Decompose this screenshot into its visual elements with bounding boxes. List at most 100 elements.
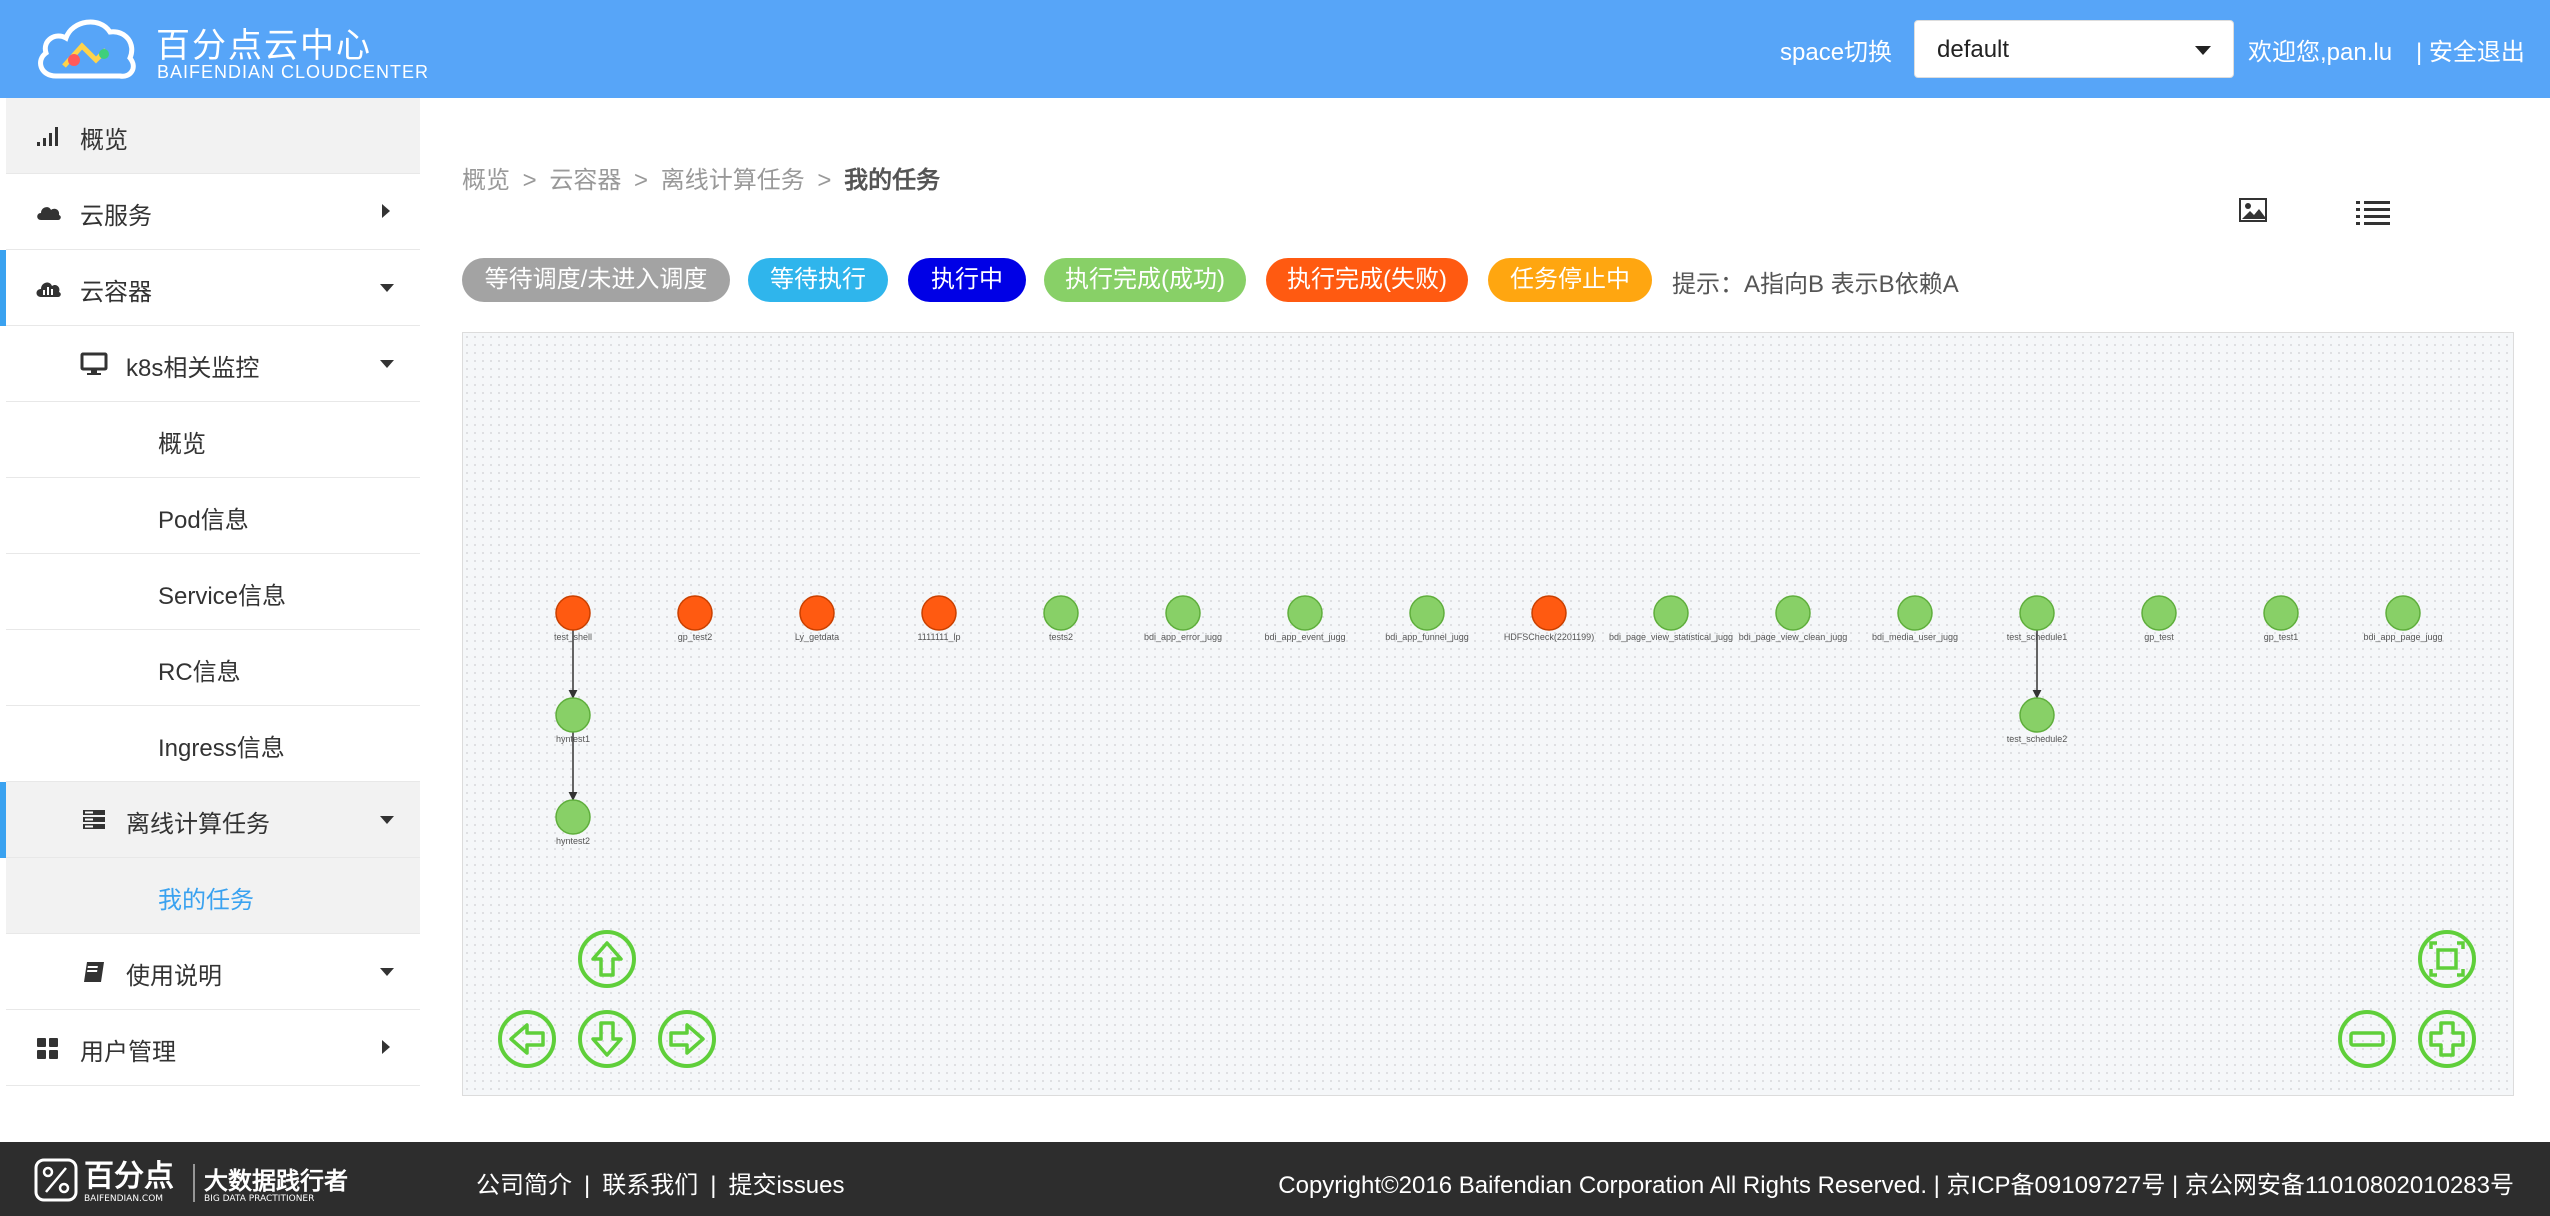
graph-node-circle[interactable] xyxy=(1287,595,1323,631)
graph-node[interactable]: test_shell xyxy=(554,595,592,642)
graph-node-circle[interactable] xyxy=(1165,595,1201,631)
graph-node[interactable]: gp_test xyxy=(2141,595,2177,642)
graph-node[interactable]: bdi_app_funnel_jugg xyxy=(1385,595,1469,642)
image-view-icon[interactable] xyxy=(2238,196,2268,224)
pan-left-button[interactable] xyxy=(497,1009,557,1069)
graph-node[interactable]: test_schedule2 xyxy=(2007,697,2068,744)
graph-node-circle[interactable] xyxy=(555,799,591,835)
graph-node-circle[interactable] xyxy=(1409,595,1445,631)
graph-node-circle[interactable] xyxy=(921,595,957,631)
graph-node-label: bdi_app_error_jugg xyxy=(1144,632,1222,642)
graph-node-circle[interactable] xyxy=(2019,697,2055,733)
space-select[interactable]: default xyxy=(1914,20,2234,78)
graph-node-circle[interactable] xyxy=(2385,595,2421,631)
pan-right-button[interactable] xyxy=(657,1009,717,1069)
footer-link-about[interactable]: 公司简介 xyxy=(476,1172,572,1199)
baifendian-cloud-logo[interactable] xyxy=(34,10,139,90)
graph-node[interactable]: HDFSCheck(2201199) xyxy=(1504,595,1594,642)
graph-node[interactable]: Ly_getdata xyxy=(795,595,839,642)
graph-node-circle[interactable] xyxy=(555,697,591,733)
graph-node[interactable]: hyntest1 xyxy=(555,697,591,744)
sidebar-item-offline-tasks[interactable]: 离线计算任务 xyxy=(0,782,420,858)
fit-screen-button[interactable] xyxy=(2417,929,2477,989)
sidebar-item-k8s-monitor[interactable]: k8s相关监控 xyxy=(6,326,420,402)
legend-stopping: 任务停止中 xyxy=(1488,258,1652,302)
graph-node-label: bdi_app_page_jugg xyxy=(2363,632,2442,642)
graph-node-circle[interactable] xyxy=(1531,595,1567,631)
breadcrumb-item[interactable]: 离线计算任务 xyxy=(661,167,805,194)
graph-node[interactable]: gp_test1 xyxy=(2263,595,2299,642)
graph-node-circle[interactable] xyxy=(555,595,591,631)
graph-node[interactable]: 1111111_lp xyxy=(917,595,961,642)
graph-node[interactable]: test_schedule1 xyxy=(2007,595,2068,642)
graph-node[interactable]: bdi_app_error_jugg xyxy=(1144,595,1222,642)
welcome-user: 欢迎您,pan.lu xyxy=(2248,39,2393,66)
graph-node[interactable]: bdi_page_view_clean_jugg xyxy=(1739,595,1848,642)
graph-node-label: gp_test2 xyxy=(678,632,713,642)
footer-link-contact[interactable]: 联系我们 xyxy=(602,1172,698,1199)
task-dependency-graph[interactable]: test_shell gp_test2 Ly_getdata 1111111_lp te… xyxy=(462,332,2514,1096)
sidebar-item-user-management[interactable]: 用户管理 xyxy=(6,1010,420,1086)
legend-success: 执行完成(成功) xyxy=(1044,258,1246,302)
pan-down-button[interactable] xyxy=(577,1009,637,1069)
graph-node-circle[interactable] xyxy=(1897,595,1933,631)
svg-text:大数据践行者: 大数据践行者 xyxy=(204,1166,348,1195)
caret-down-icon xyxy=(380,816,394,824)
graph-node[interactable]: bdi_app_event_jugg xyxy=(1264,595,1346,642)
graph-node-circle[interactable] xyxy=(2019,595,2055,631)
breadcrumb-item[interactable]: 云容器 xyxy=(549,167,621,194)
zoom-out-button[interactable] xyxy=(2337,1009,2397,1069)
zoom-in-button[interactable] xyxy=(2417,1009,2477,1069)
top-header: 百分点云中心 BAIFENDIAN CLOUDCENTER space切换 de… xyxy=(0,0,2550,98)
graph-node[interactable]: gp_test2 xyxy=(677,595,713,642)
sidebar-item-pod[interactable]: Pod信息 xyxy=(6,478,420,554)
graph-node-circle[interactable] xyxy=(2263,595,2299,631)
sidebar-item-rc[interactable]: RC信息 xyxy=(6,630,420,706)
graph-node-label: 1111111_lp xyxy=(917,632,960,642)
graph-node[interactable]: bdi_page_view_statistical_jugg xyxy=(1609,595,1733,642)
brand-subtitle: BAIFENDIAN CLOUDCENTER xyxy=(157,62,430,82)
list-view-icon[interactable] xyxy=(2356,200,2390,226)
graph-node-circle[interactable] xyxy=(799,595,835,631)
graph-node-label: bdi_app_funnel_jugg xyxy=(1385,632,1469,642)
graph-node-circle[interactable] xyxy=(677,595,713,631)
graph-node-label: test_schedule1 xyxy=(2007,632,2068,642)
breadcrumb-current: 我的任务 xyxy=(844,167,941,194)
sidebar-item-label: 概览 xyxy=(158,431,206,458)
graph-node-label: gp_test xyxy=(2144,632,2174,642)
pan-up-button[interactable] xyxy=(577,929,637,989)
graph-node[interactable]: bdi_media_user_jugg xyxy=(1872,595,1958,642)
footer-links: 公司简介 | 联系我们 | 提交issues xyxy=(476,1172,845,1199)
footer-logo: 百分点 BAIFENDIAN.COM 大数据践行者 BIG DATA PRACT… xyxy=(34,1158,348,1204)
sidebar-item-service[interactable]: Service信息 xyxy=(6,554,420,630)
active-indicator xyxy=(0,782,6,858)
graph-node-label: gp_test1 xyxy=(2264,632,2299,642)
graph-node-circle[interactable] xyxy=(2141,595,2177,631)
sidebar-item-label: 用户管理 xyxy=(80,1039,176,1066)
sidebar-item-label: 云容器 xyxy=(80,279,152,306)
sidebar-item-label: 离线计算任务 xyxy=(126,811,270,838)
graph-node-circle[interactable] xyxy=(1043,595,1079,631)
graph-node-label: bdi_page_view_statistical_jugg xyxy=(1609,632,1733,642)
graph-node[interactable]: hyntest2 xyxy=(555,799,591,846)
sidebar-item-cloud-service[interactable]: 云服务 xyxy=(6,174,420,250)
sidebar-item-cloud-container[interactable]: 云容器 xyxy=(0,250,420,326)
logout-link[interactable]: | 安全退出 xyxy=(2416,32,2525,67)
graph-node-label: HDFSCheck(2201199) xyxy=(1504,632,1594,642)
graph-node-label: hyntest1 xyxy=(556,734,590,744)
monitor-icon xyxy=(80,352,108,375)
graph-node[interactable]: bdi_app_page_jugg xyxy=(2363,595,2443,642)
caret-down-icon xyxy=(380,968,394,976)
graph-node[interactable]: tests2 xyxy=(1043,595,1079,642)
sidebar-item-my-tasks[interactable]: 我的任务 xyxy=(6,858,420,934)
footer-link-issues[interactable]: 提交issues xyxy=(728,1172,844,1199)
sidebar-item-k8s-overview[interactable]: 概览 xyxy=(6,402,420,478)
breadcrumb-separator: > xyxy=(634,167,649,194)
graph-node-circle[interactable] xyxy=(1653,595,1689,631)
sidebar-item-ingress[interactable]: Ingress信息 xyxy=(6,706,420,782)
breadcrumb-item[interactable]: 概览 xyxy=(462,167,510,194)
graph-node-circle[interactable] xyxy=(1775,595,1811,631)
sidebar-item-label: Pod信息 xyxy=(158,507,249,534)
sidebar-item-usage-guide[interactable]: 使用说明 xyxy=(6,934,420,1010)
sidebar-item-overview[interactable]: 概览 xyxy=(6,98,420,174)
